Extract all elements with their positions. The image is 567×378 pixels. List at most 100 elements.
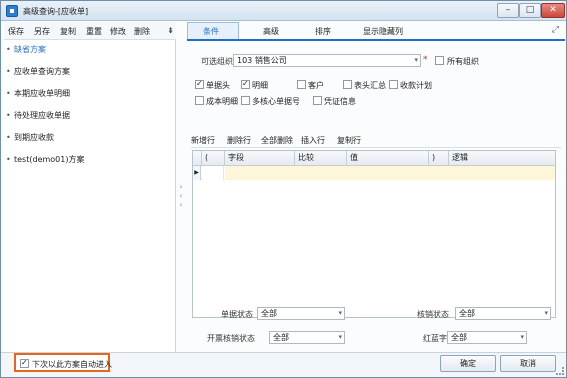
save-as-button[interactable]: 另存: [34, 26, 50, 37]
advanced-query-window: 高级查询-[应收单] – □ ✕ 保存 另存 复制 重置 修改 删除 ⇟ • 缺省…: [0, 0, 567, 378]
red-blue-value: 全部: [451, 333, 467, 342]
save-button[interactable]: 保存: [8, 26, 24, 37]
grid-header: ( 字段 比较 值 ) 逻辑: [193, 151, 555, 166]
query-tabs: 条件 高级 排序 显示隐藏列 ⤢: [187, 22, 565, 41]
red-blue-select[interactable]: 全部 ▾: [447, 331, 527, 344]
query-panel: 条件 高级 排序 显示隐藏列 ⤢ 可选组织 103 销售公司 ▾ * 所有组织 …: [187, 22, 565, 352]
collection-plan-checkbox-label: 收款计划: [400, 81, 432, 90]
pin-icon[interactable]: ⇟: [167, 26, 174, 35]
doc-status-select[interactable]: 全部 ▾: [257, 307, 345, 320]
write-off-status-label: 核销状态: [417, 310, 449, 319]
maximize-button[interactable]: □: [519, 3, 541, 18]
all-org-label: 所有组织: [447, 57, 479, 66]
grid-toolbar: 新增行 删除行 全部删除 插入行 复制行: [191, 132, 561, 148]
chevron-down-icon: ▾: [338, 309, 342, 317]
col-field[interactable]: 字段: [225, 151, 295, 166]
header-summary-checkbox-label: 表头汇总: [354, 81, 386, 90]
chevron-down-icon: ▾: [544, 309, 548, 317]
list-item[interactable]: • 到期应收款: [6, 132, 54, 146]
org-value: 103 销售公司: [237, 56, 287, 65]
invoice-status-select[interactable]: 全部 ▾: [269, 331, 345, 344]
detail-checkbox-label: 明细: [252, 81, 268, 90]
delete-row-button[interactable]: 删除行: [227, 135, 251, 146]
list-item-label: 待处理应收单据: [14, 111, 70, 120]
expand-icon[interactable]: ⤢: [552, 25, 559, 35]
invoice-status-label: 开票核销状态: [207, 334, 255, 343]
auto-enter-label: 下次以此方案自动进入: [32, 360, 112, 369]
chevron-left-icon[interactable]: ‹: [177, 201, 185, 210]
title-bar[interactable]: 高级查询-[应收单] – □ ✕: [1, 1, 566, 21]
col-open-paren[interactable]: (: [202, 151, 225, 166]
collection-plan-checkbox[interactable]: [389, 80, 398, 89]
write-off-status-select[interactable]: 全部 ▾: [455, 307, 551, 320]
list-item-label: 应收单查询方案: [14, 67, 70, 76]
tab-show-hide-columns[interactable]: 显示隐藏列: [363, 26, 403, 37]
tab-advanced[interactable]: 高级: [263, 26, 279, 37]
list-item[interactable]: • 本期应收单明细: [6, 88, 70, 102]
list-item[interactable]: • 应收单查询方案: [6, 66, 70, 80]
delete-button[interactable]: 删除: [134, 26, 150, 37]
row-cell-open-paren[interactable]: [202, 166, 224, 180]
close-button[interactable]: ✕: [541, 3, 565, 18]
all-org-checkbox[interactable]: [435, 56, 444, 65]
multi-core-checkbox[interactable]: [241, 96, 250, 105]
resize-grip-icon[interactable]: [556, 367, 564, 375]
list-item-label: 到期应收款: [14, 133, 54, 142]
cost-detail-checkbox-label: 成本明细: [206, 97, 238, 106]
chevron-down-icon: ▾: [520, 333, 524, 341]
insert-row-button[interactable]: 插入行: [301, 135, 325, 146]
cost-detail-checkbox[interactable]: [195, 96, 204, 105]
list-item-label: test(demo01)方案: [14, 155, 85, 164]
customer-checkbox[interactable]: [297, 80, 306, 89]
org-select[interactable]: 103 销售公司 ▾: [233, 54, 421, 67]
detail-checkbox[interactable]: [241, 79, 250, 89]
tab-condition[interactable]: 条件: [203, 26, 219, 37]
customer-checkbox-label: 客户: [308, 81, 324, 90]
copy-row-button[interactable]: 复制行: [337, 135, 361, 146]
app-icon: [6, 5, 18, 17]
voucher-info-checkbox[interactable]: [313, 96, 322, 105]
header-checkbox[interactable]: [195, 79, 204, 89]
doc-status-value: 全部: [261, 309, 277, 318]
table-row[interactable]: ▶: [193, 166, 555, 180]
tab-sort[interactable]: 排序: [315, 26, 331, 37]
col-compare[interactable]: 比较: [295, 151, 347, 166]
cancel-button[interactable]: 取消: [500, 355, 556, 372]
ok-button[interactable]: 确定: [440, 355, 496, 372]
chevron-down-icon: ▾: [338, 333, 342, 341]
add-row-button[interactable]: 新增行: [191, 135, 215, 146]
chevron-down-icon: ▾: [414, 56, 418, 64]
window-title: 高级查询-[应收单]: [23, 7, 89, 16]
invoice-status-value: 全部: [273, 333, 289, 342]
list-item[interactable]: • 缺省方案: [6, 44, 46, 58]
voucher-info-checkbox-label: 凭证信息: [324, 97, 356, 106]
scheme-toolbar: 保存 另存 复制 重置 修改 删除 ⇟: [4, 22, 176, 40]
chevron-left-icon[interactable]: ‹: [177, 192, 185, 201]
minimize-button[interactable]: –: [497, 3, 519, 18]
write-off-status-value: 全部: [459, 309, 475, 318]
list-item[interactable]: • 待处理应收单据: [6, 110, 70, 124]
auto-enter-option[interactable]: 下次以此方案自动进入: [14, 353, 112, 372]
col-close-paren[interactable]: ): [429, 151, 449, 166]
row-header-cell: [193, 151, 202, 166]
header-summary-checkbox[interactable]: [343, 80, 352, 89]
doc-status-label: 单据状态: [221, 310, 253, 319]
condition-grid[interactable]: ( 字段 比较 值 ) 逻辑 ▶: [192, 150, 556, 318]
scheme-panel: 保存 另存 复制 重置 修改 删除 ⇟ • 缺省方案 • 应收单查询方案 • 本期应收…: [4, 22, 176, 352]
required-mark: *: [423, 55, 428, 65]
panel-splitter[interactable]: › ‹ ‹: [177, 183, 185, 213]
copy-button[interactable]: 复制: [60, 26, 76, 37]
list-item[interactable]: • test(demo01)方案: [6, 154, 84, 168]
multi-core-checkbox-label: 多核心单据号: [252, 97, 300, 106]
col-logic[interactable]: 逻辑: [449, 151, 555, 166]
modify-button[interactable]: 修改: [110, 26, 126, 37]
auto-enter-checkbox[interactable]: [20, 358, 29, 368]
row-edit-cells[interactable]: [225, 166, 555, 180]
row-indicator-icon: ▶: [193, 166, 201, 180]
chevron-right-icon[interactable]: ›: [177, 183, 185, 192]
col-value[interactable]: 值: [347, 151, 429, 166]
list-item-label: 本期应收单明细: [14, 89, 70, 98]
reset-button[interactable]: 重置: [86, 26, 102, 37]
delete-all-button[interactable]: 全部删除: [261, 135, 293, 146]
list-item-label: 缺省方案: [14, 45, 46, 54]
